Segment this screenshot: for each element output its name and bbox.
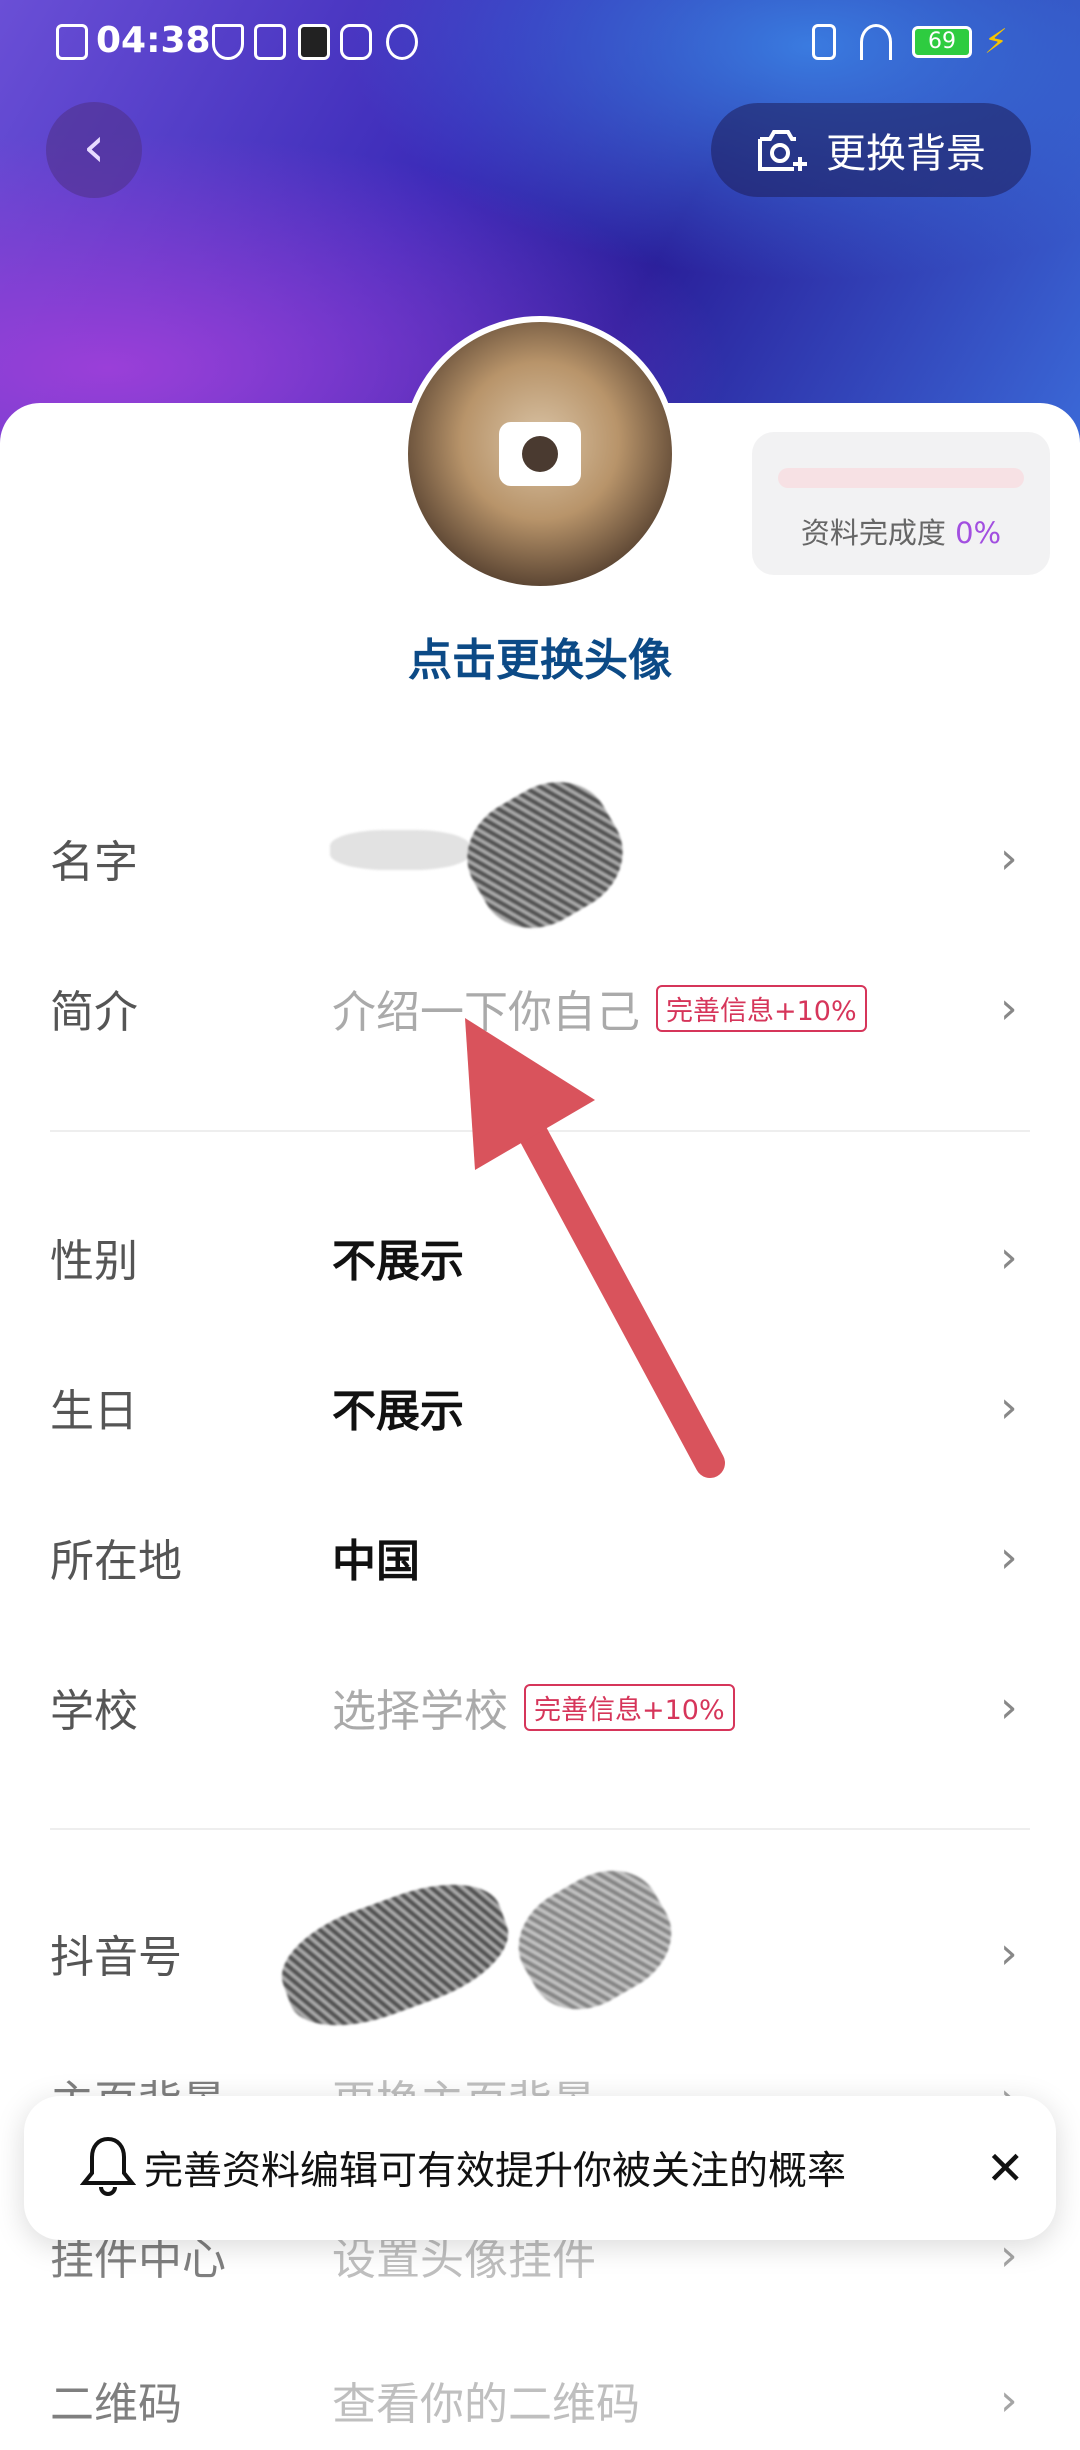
annotation-arrow xyxy=(465,1018,725,1478)
tip-toast: 完善资料编辑可有效提升你被关注的概率 ✕ xyxy=(24,2096,1056,2240)
bell-icon xyxy=(80,2136,136,2196)
close-icon[interactable]: ✕ xyxy=(986,2141,1025,2195)
toast-text: 完善资料编辑可有效提升你被关注的概率 xyxy=(144,2149,847,2194)
